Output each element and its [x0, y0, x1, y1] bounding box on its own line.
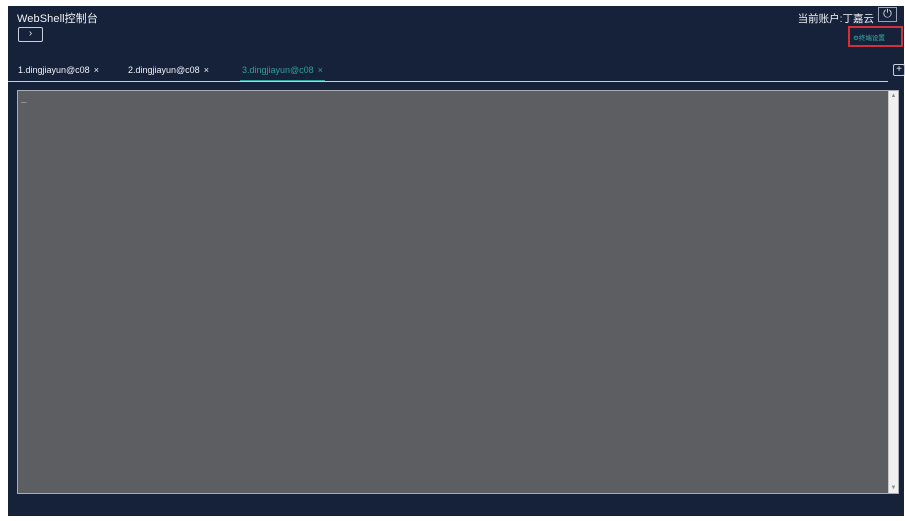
tab-session-3[interactable]: 3.dingjiayun@c08 × [240, 65, 325, 81]
tab-label: 2.dingjiayun@c08 [128, 65, 200, 75]
tab-label: 3.dingjiayun@c08 [242, 65, 314, 75]
close-icon[interactable]: × [318, 65, 323, 75]
terminal-cursor: _ [21, 94, 27, 104]
expand-sidebar-button[interactable]: › [18, 27, 43, 42]
tab-session-2[interactable]: 2.dingjiayun@c08 × [128, 65, 209, 75]
terminal-scrollbar[interactable]: ▲ ▼ [888, 91, 898, 493]
page-title: WebShell控制台 [17, 13, 98, 25]
current-account-label: 当前账户:丁嘉云 [797, 13, 874, 25]
session-tabs: 1.dingjiayun@c08 × 2.dingjiayun@c08 × 3.di… [8, 63, 888, 82]
tab-session-1[interactable]: 1.dingjiayun@c08 × [18, 65, 99, 75]
terminal-screen[interactable]: _ ▲ ▼ [17, 90, 899, 494]
close-icon[interactable]: × [204, 65, 209, 75]
add-tab-button[interactable]: + [893, 64, 905, 76]
scroll-up-icon[interactable]: ▲ [889, 91, 898, 101]
power-icon: ⏻ [883, 8, 892, 20]
close-icon[interactable]: × [94, 65, 99, 75]
terminal-settings-link[interactable]: ⚙终端设置 [853, 32, 885, 42]
tab-label: 1.dingjiayun@c08 [18, 65, 90, 75]
logout-button[interactable]: ⏻ [878, 7, 897, 22]
plus-icon: + [896, 64, 902, 75]
webshell-console-window: WebShell控制台 › 当前账户:丁嘉云 ⏻ ⚙终端设置 1.dingjia… [8, 6, 905, 516]
chevron-right-icon: › [28, 28, 33, 39]
scroll-down-icon[interactable]: ▼ [889, 483, 898, 493]
